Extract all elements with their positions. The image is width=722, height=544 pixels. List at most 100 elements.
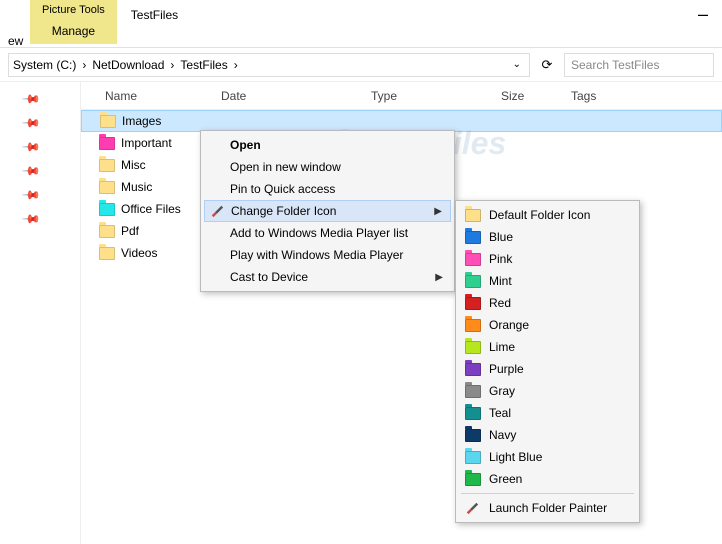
folder-icon [99, 181, 115, 194]
paintbrush-icon [465, 501, 479, 515]
color-option[interactable]: Green [459, 468, 636, 490]
color-swatch-icon [465, 385, 481, 398]
menu-label: Play with Windows Media Player [230, 248, 403, 262]
chevron-right-icon: ▶ [434, 206, 442, 217]
search-placeholder: Search TestFiles [571, 58, 659, 72]
color-option[interactable]: Light Blue [459, 446, 636, 468]
menu-open-new-window[interactable]: Open in new window [204, 156, 451, 178]
column-name[interactable]: Name [81, 89, 221, 103]
color-swatch-icon [465, 319, 481, 332]
color-swatch-icon [465, 451, 481, 464]
folder-icon [100, 115, 116, 128]
color-label: Blue [489, 230, 513, 244]
search-input[interactable]: Search TestFiles [564, 53, 714, 77]
color-option[interactable]: Purple [459, 358, 636, 380]
folder-icon [99, 159, 115, 172]
menu-change-folder-icon[interactable]: Change Folder Icon ▶ [204, 200, 451, 222]
color-option[interactable]: Red [459, 292, 636, 314]
color-option[interactable]: Orange [459, 314, 636, 336]
pin-icon[interactable]: 📌 [21, 161, 41, 181]
folder-label: Videos [121, 246, 157, 260]
pin-icon[interactable]: 📌 [21, 89, 41, 109]
picture-tools-tab[interactable]: Picture Tools Manage [30, 0, 117, 44]
breadcrumb-item[interactable]: TestFiles [180, 58, 227, 72]
color-label: Green [489, 472, 522, 486]
color-label: Lime [489, 340, 515, 354]
color-label: Mint [489, 274, 512, 288]
color-label: Purple [489, 362, 524, 376]
color-label: Default Folder Icon [489, 208, 590, 222]
address-bar-row: System (C:) › NetDownload › TestFiles › … [0, 48, 722, 82]
menu-add-wmp-list[interactable]: Add to Windows Media Player list [204, 222, 451, 244]
color-swatch-icon [465, 275, 481, 288]
manage-tab[interactable]: Manage [44, 20, 103, 42]
minimize-icon[interactable]: – [698, 4, 708, 25]
color-option[interactable]: Pink [459, 248, 636, 270]
menu-pin-quick-access[interactable]: Pin to Quick access [204, 178, 451, 200]
pin-icon[interactable]: 📌 [21, 137, 41, 157]
breadcrumb-item[interactable]: System (C:) [13, 58, 76, 72]
folder-icon [99, 137, 115, 150]
color-label: Gray [489, 384, 515, 398]
menu-label: Open [230, 138, 261, 152]
color-swatch-icon [465, 407, 481, 420]
color-option[interactable]: Default Folder Icon [459, 204, 636, 226]
color-label: Teal [489, 406, 511, 420]
color-swatch-icon [465, 363, 481, 376]
picture-tools-label: Picture Tools [42, 4, 105, 16]
folder-label: Images [122, 114, 161, 128]
folder-label: Office Files [121, 202, 181, 216]
color-swatch-icon [465, 253, 481, 266]
column-size[interactable]: Size [501, 89, 571, 103]
chevron-right-icon: › [168, 58, 176, 72]
color-label: Navy [489, 428, 516, 442]
menu-open[interactable]: Open [204, 134, 451, 156]
view-tab-fragment[interactable]: ew [0, 30, 31, 52]
folder-row[interactable]: Images [81, 110, 722, 132]
ribbon: Picture Tools Manage TestFiles [0, 0, 722, 48]
color-option[interactable]: Blue [459, 226, 636, 248]
chevron-right-icon: ▶ [435, 272, 443, 283]
color-swatch-icon [465, 341, 481, 354]
color-option[interactable]: Teal [459, 402, 636, 424]
breadcrumb[interactable]: System (C:) › NetDownload › TestFiles › … [8, 53, 530, 77]
folder-label: Music [121, 180, 152, 194]
color-swatch-icon [465, 473, 481, 486]
color-label: Pink [489, 252, 512, 266]
breadcrumb-item[interactable]: NetDownload [92, 58, 164, 72]
folder-icon [99, 225, 115, 238]
color-option[interactable]: Gray [459, 380, 636, 402]
chevron-down-icon[interactable]: ⌄ [513, 59, 525, 70]
folder-icon [99, 247, 115, 260]
paintbrush-icon [210, 204, 224, 218]
color-label: Red [489, 296, 511, 310]
menu-divider [461, 493, 634, 494]
menu-label: Add to Windows Media Player list [230, 226, 408, 240]
color-option[interactable]: Lime [459, 336, 636, 358]
color-option[interactable]: Navy [459, 424, 636, 446]
color-swatch-icon [465, 209, 481, 222]
context-menu: Open Open in new window Pin to Quick acc… [200, 130, 455, 292]
color-swatch-icon [465, 429, 481, 442]
color-label: Orange [489, 318, 529, 332]
folder-label: Pdf [121, 224, 139, 238]
chevron-right-icon: › [232, 58, 240, 72]
pin-icon[interactable]: 📌 [21, 113, 41, 133]
pin-icon[interactable]: 📌 [21, 209, 41, 229]
refresh-button[interactable]: ⟳ [536, 54, 558, 76]
color-swatch-icon [465, 297, 481, 310]
menu-launch-folder-painter[interactable]: Launch Folder Painter [459, 497, 636, 519]
column-type[interactable]: Type [371, 89, 501, 103]
window-title: TestFiles [117, 0, 178, 22]
menu-cast-to-device[interactable]: Cast to Device▶ [204, 266, 451, 288]
column-date[interactable]: Date [221, 89, 371, 103]
pin-icon[interactable]: 📌 [21, 185, 41, 205]
column-headers: Name Date Type Size Tags [81, 82, 722, 110]
color-option[interactable]: Mint [459, 270, 636, 292]
color-swatch-icon [465, 231, 481, 244]
menu-play-wmp[interactable]: Play with Windows Media Player [204, 244, 451, 266]
quick-access-panel: 📌 📌 📌 📌 📌 📌 [0, 82, 80, 544]
column-tags[interactable]: Tags [571, 89, 722, 103]
color-label: Light Blue [489, 450, 542, 464]
folder-icon [99, 203, 115, 216]
